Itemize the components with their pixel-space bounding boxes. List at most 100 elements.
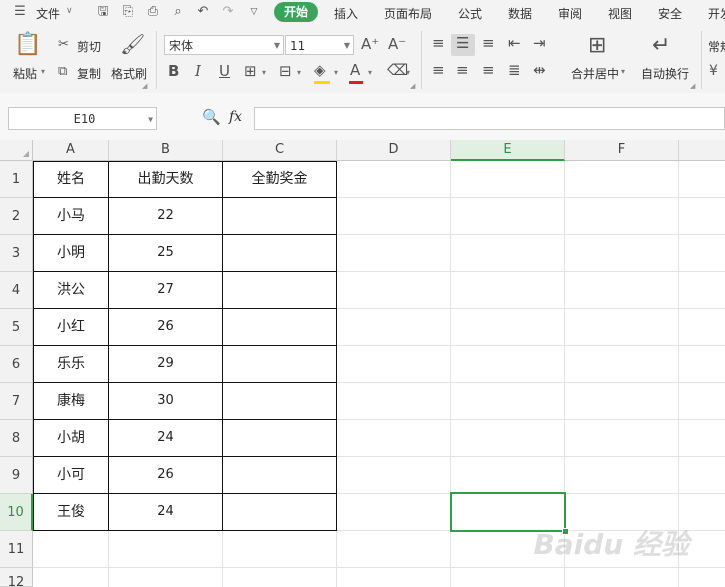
zoom-search-icon[interactable]: 🔍 xyxy=(202,110,221,125)
table-cell[interactable]: 小可 xyxy=(34,457,108,493)
table-cell[interactable]: 29 xyxy=(109,346,222,382)
row-header-8[interactable]: 8 xyxy=(0,420,33,457)
table-cell[interactable]: 小马 xyxy=(34,198,108,234)
table-cell[interactable]: 24 xyxy=(109,420,222,456)
cell-style-icon[interactable]: ⊟ xyxy=(279,64,292,79)
font-name-select[interactable]: 宋体 ▼ xyxy=(164,35,284,55)
distributed-icon[interactable]: ⇹ xyxy=(533,63,546,78)
currency-icon[interactable]: ¥ xyxy=(709,64,718,78)
column-header-d[interactable]: D xyxy=(337,140,451,161)
table-cell[interactable]: 24 xyxy=(109,494,222,530)
align-bottom-icon[interactable]: ≡ xyxy=(482,36,495,51)
row-header-7[interactable]: 7 xyxy=(0,383,33,420)
tab-formulas[interactable]: 公式 xyxy=(458,5,482,22)
chevron-down-icon[interactable]: ▾ xyxy=(406,69,410,77)
table-cell[interactable]: 30 xyxy=(109,383,222,419)
undo-icon[interactable]: ↶ xyxy=(195,4,211,20)
chevron-down-icon[interactable]: ▾ xyxy=(262,69,266,77)
row-header-9[interactable]: 9 xyxy=(0,457,33,494)
row-header-6[interactable]: 6 xyxy=(0,346,33,383)
format-painter-button[interactable]: 格式刷 xyxy=(111,65,147,82)
row-header-5[interactable]: 5 xyxy=(0,309,33,346)
tab-security[interactable]: 安全 xyxy=(658,5,682,22)
justify-icon[interactable]: ≣ xyxy=(508,63,521,78)
number-format-select[interactable]: 常规 xyxy=(708,38,725,55)
format-painter-icon[interactable]: 🖌 xyxy=(120,34,145,54)
print-icon[interactable]: ⎙ xyxy=(145,4,161,20)
font-color-icon[interactable]: A xyxy=(350,63,360,78)
table-cell[interactable]: 王俊 xyxy=(34,494,108,530)
formula-input[interactable] xyxy=(254,107,725,130)
table-cell[interactable] xyxy=(223,272,336,308)
table-cell[interactable] xyxy=(223,309,336,345)
customize-icon[interactable]: ▽ xyxy=(246,4,262,20)
row-header-4[interactable]: 4 xyxy=(0,272,33,309)
alignment-expand-icon[interactable]: ◢ xyxy=(690,83,695,90)
table-cell[interactable] xyxy=(223,494,336,530)
underline-icon[interactable]: U xyxy=(219,64,230,79)
table-cell[interactable]: 25 xyxy=(109,235,222,271)
tab-view[interactable]: 视图 xyxy=(608,5,632,22)
table-cell[interactable] xyxy=(223,198,336,234)
table-cell[interactable] xyxy=(223,457,336,493)
table-cell[interactable]: 康梅 xyxy=(34,383,108,419)
table-cell[interactable]: 26 xyxy=(109,309,222,345)
merge-center-button[interactable]: 合并居中 xyxy=(571,65,619,82)
row-header-10[interactable]: 10 xyxy=(0,494,33,531)
copy-button[interactable]: 复制 xyxy=(77,65,101,82)
align-left-icon[interactable]: ≡ xyxy=(432,63,445,78)
hamburger-menu-icon[interactable]: ☰ xyxy=(12,4,28,20)
column-header-c[interactable]: C xyxy=(223,140,337,161)
tab-review[interactable]: 审阅 xyxy=(558,5,582,22)
paste-icon[interactable]: 📋 xyxy=(14,34,41,56)
chevron-down-icon[interactable]: ∨ xyxy=(66,6,73,16)
merge-center-icon[interactable]: ⊞ xyxy=(588,35,606,57)
table-cell[interactable]: 27 xyxy=(109,272,222,308)
chevron-down-icon[interactable]: ▾ xyxy=(621,67,625,76)
table-cell[interactable] xyxy=(223,420,336,456)
chevron-down-icon[interactable]: ▾ xyxy=(368,69,372,77)
table-cell[interactable] xyxy=(223,346,336,382)
align-middle-icon[interactable]: ☰ xyxy=(456,36,469,51)
column-header-next[interactable] xyxy=(679,140,725,161)
column-header-a[interactable]: A xyxy=(33,140,109,161)
font-size-select[interactable]: 11 ▼ xyxy=(285,35,354,55)
table-cell[interactable]: 乐乐 xyxy=(34,346,108,382)
align-center-icon[interactable]: ≡ xyxy=(456,63,469,78)
table-cell[interactable]: 小红 xyxy=(34,309,108,345)
wrap-text-button[interactable]: 自动换行 xyxy=(641,65,689,82)
tab-home[interactable]: 开始 xyxy=(274,2,318,22)
italic-icon[interactable]: I xyxy=(195,64,201,79)
save-icon[interactable]: 🖫 xyxy=(95,4,111,20)
table-cell[interactable]: 22 xyxy=(109,198,222,234)
border-icon[interactable]: ⊞ xyxy=(244,64,257,79)
increase-font-size-icon[interactable]: A⁺ xyxy=(361,37,379,52)
row-header-3[interactable]: 3 xyxy=(0,235,33,272)
table-cell[interactable]: 洪公 xyxy=(34,272,108,308)
increase-indent-icon[interactable]: ⇥ xyxy=(533,36,546,51)
table-cell[interactable]: 小胡 xyxy=(34,420,108,456)
bold-icon[interactable]: B xyxy=(168,64,179,79)
wrap-text-icon[interactable]: ↵ xyxy=(652,35,670,57)
column-header-b[interactable]: B xyxy=(109,140,223,161)
row-header-1[interactable]: 1 xyxy=(0,161,33,198)
file-menu[interactable]: 文件 xyxy=(36,5,60,22)
header-cell-attendance[interactable]: 出勤天数 xyxy=(109,162,222,197)
decrease-indent-icon[interactable]: ⇤ xyxy=(508,36,521,51)
chevron-down-icon[interactable]: ▾ xyxy=(297,69,301,77)
header-cell-bonus[interactable]: 全勤奖金 xyxy=(223,162,336,197)
paste-button[interactable]: 粘贴 xyxy=(13,65,37,82)
header-cell-name[interactable]: 姓名 xyxy=(34,162,108,197)
tab-insert[interactable]: 插入 xyxy=(334,5,358,22)
table-cell[interactable] xyxy=(223,383,336,419)
print-preview-icon[interactable]: ⌕ xyxy=(170,4,186,20)
row-header-12[interactable]: 12 xyxy=(0,568,33,587)
cut-button[interactable]: 剪切 xyxy=(77,38,101,55)
tab-developer[interactable]: 开发 xyxy=(708,5,725,22)
align-top-icon[interactable]: ≡ xyxy=(432,36,445,51)
row-header-2[interactable]: 2 xyxy=(0,198,33,235)
redo-icon[interactable]: ↷ xyxy=(220,4,236,20)
scissors-icon[interactable]: ✂ xyxy=(58,38,69,51)
clipboard-expand-icon[interactable]: ◢ xyxy=(142,83,147,90)
fill-color-icon[interactable]: ◈ xyxy=(314,63,326,78)
